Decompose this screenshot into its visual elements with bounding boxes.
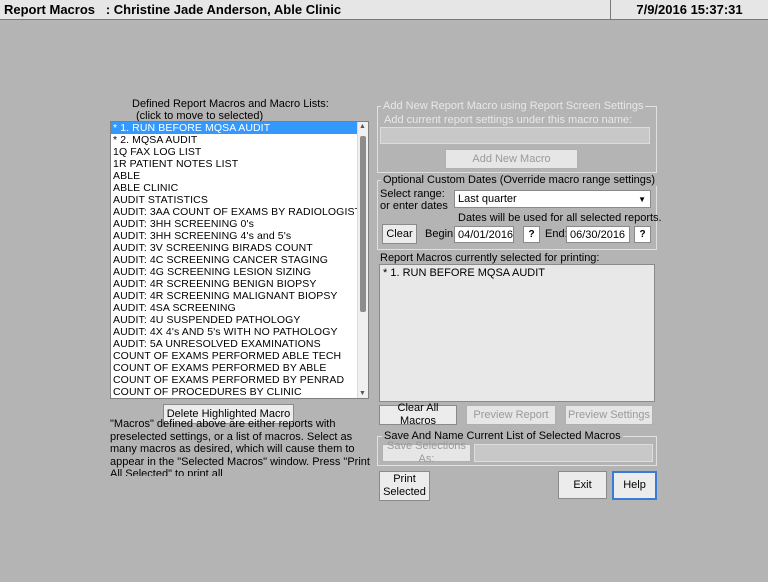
- selected-macro-item[interactable]: * 1. RUN BEFORE MQSA AUDIT: [380, 265, 654, 281]
- begin-date-help-icon[interactable]: ?: [523, 226, 540, 243]
- macro-list-item[interactable]: AUDIT: 4U SUSPENDED PATHOLOGY: [111, 314, 358, 326]
- window-title: Report Macros : Christine Jade Anderson,…: [4, 2, 342, 17]
- print-selected-button[interactable]: Print Selected: [379, 471, 430, 501]
- dropdown-arrow-icon[interactable]: ▼: [638, 191, 646, 208]
- title-bar: Report Macros : Christine Jade Anderson,…: [0, 0, 768, 20]
- add-macro-group-title: Add New Report Macro using Report Screen…: [381, 100, 646, 112]
- custom-dates-group-title: Optional Custom Dates (Override macro ra…: [381, 174, 658, 186]
- macro-list-item[interactable]: ABLE: [111, 170, 358, 182]
- print-selected-label-line2: Selected: [383, 486, 426, 498]
- macro-name-input[interactable]: [380, 127, 650, 144]
- scroll-down-icon[interactable]: ▼: [359, 390, 366, 397]
- macro-list-item[interactable]: AUDIT: 3HH SCREENING 4's and 5's: [111, 230, 358, 242]
- save-selections-name-input[interactable]: [474, 444, 653, 462]
- macro-list-item[interactable]: 1Q FAX LOG LIST: [111, 146, 358, 158]
- macro-list-item[interactable]: COUNT OF EXAMS PERFORMED ABLE TECH: [111, 350, 358, 362]
- scrollbar-thumb[interactable]: [360, 136, 366, 312]
- macro-list-item[interactable]: 1R PATIENT NOTES LIST: [111, 158, 358, 170]
- macro-list-rows: * 1. RUN BEFORE MQSA AUDIT * 2. MQSA AUDI…: [111, 122, 361, 398]
- clear-all-macros-button[interactable]: Clear All Macros: [379, 402, 457, 427]
- macro-list-item[interactable]: AUDIT: 3V SCREENING BIRADS COUNT: [111, 242, 358, 254]
- macro-list-item[interactable]: COUNT OF EXAMS PERFORMED BY PENRAD: [111, 374, 358, 386]
- range-select-value: Last quarter: [458, 193, 517, 205]
- print-selected-label-line1: Print: [393, 473, 416, 485]
- macro-list-item[interactable]: AUDIT STATISTICS: [111, 194, 358, 206]
- macro-list-scrollbar[interactable]: ▲ ▼: [357, 122, 368, 398]
- datetime-display: 7/9/2016 15:37:31: [610, 0, 768, 20]
- macro-list-heading: Defined Report Macros and Macro Lists:: [132, 98, 329, 110]
- macro-list-item[interactable]: AUDIT: 3AA COUNT OF EXAMS BY RADIOLOGIST: [111, 206, 361, 218]
- macro-description-text: "Macros" defined above are either report…: [110, 418, 370, 476]
- macro-list-item[interactable]: AUDIT: 4G SCREENING LESION SIZING: [111, 266, 358, 278]
- macro-list-item[interactable]: AUDIT: 4C SCREENING CANCER STAGING: [111, 254, 358, 266]
- dates-note: Dates will be used for all selected repo…: [458, 212, 662, 224]
- macro-list-item[interactable]: AUDIT: 4SA SCREENING: [111, 302, 358, 314]
- macro-list-item[interactable]: AUDIT: 5A UNRESOLVED EXAMINATIONS: [111, 338, 358, 350]
- end-date-help-icon[interactable]: ?: [634, 226, 651, 243]
- preview-settings-button[interactable]: Preview Settings: [565, 405, 653, 425]
- macro-list-item[interactable]: AUDIT: 4R SCREENING MALIGNANT BIOPSY: [111, 290, 358, 302]
- save-selections-as-button[interactable]: Save Selections As:: [382, 440, 471, 465]
- macro-list-item[interactable]: AUDIT: 4X 4's AND 5's WITH NO PATHOLOGY: [111, 326, 358, 338]
- macro-list-item[interactable]: COUNT OF EXAMS PERFORMED BY ABLE: [111, 362, 358, 374]
- range-select[interactable]: Last quarter ▼: [454, 190, 651, 208]
- begin-date-input[interactable]: 04/01/2016: [454, 226, 514, 243]
- clear-dates-button[interactable]: Clear: [382, 224, 417, 244]
- macro-list-item[interactable]: COUNT OF PROCEDURES BY CLINIC: [111, 386, 358, 398]
- macro-list-item[interactable]: * 1. RUN BEFORE MQSA AUDIT: [111, 122, 358, 134]
- range-label: Select range:: [380, 188, 445, 200]
- selected-macro-rows: * 1. RUN BEFORE MQSA AUDIT: [380, 265, 654, 281]
- help-button[interactable]: Help: [612, 471, 657, 500]
- macro-list-item[interactable]: AUDIT: 4R SCREENING BENIGN BIOPSY: [111, 278, 358, 290]
- macro-list-item[interactable]: * 2. MQSA AUDIT: [111, 134, 358, 146]
- end-date-input[interactable]: 06/30/2016: [566, 226, 630, 243]
- enter-dates-label: or enter dates: [380, 200, 448, 212]
- macro-list-item[interactable]: AUDIT: 3HH SCREENING 0's: [111, 218, 358, 230]
- macro-list-item[interactable]: ABLE CLINIC: [111, 182, 358, 194]
- selected-macros-heading: Report Macros currently selected for pri…: [380, 252, 600, 264]
- add-macro-prompt: Add current report settings under this m…: [384, 114, 633, 126]
- add-new-macro-button[interactable]: Add New Macro: [445, 149, 578, 169]
- begin-label: Begin:: [425, 228, 457, 240]
- macro-listbox[interactable]: * 1. RUN BEFORE MQSA AUDIT * 2. MQSA AUDI…: [110, 121, 369, 399]
- selected-macros-listbox[interactable]: * 1. RUN BEFORE MQSA AUDIT: [379, 264, 655, 402]
- scroll-up-icon[interactable]: ▲: [359, 123, 366, 130]
- exit-button[interactable]: Exit: [558, 471, 607, 499]
- end-label: End:: [545, 228, 568, 240]
- preview-report-button[interactable]: Preview Report: [466, 405, 556, 425]
